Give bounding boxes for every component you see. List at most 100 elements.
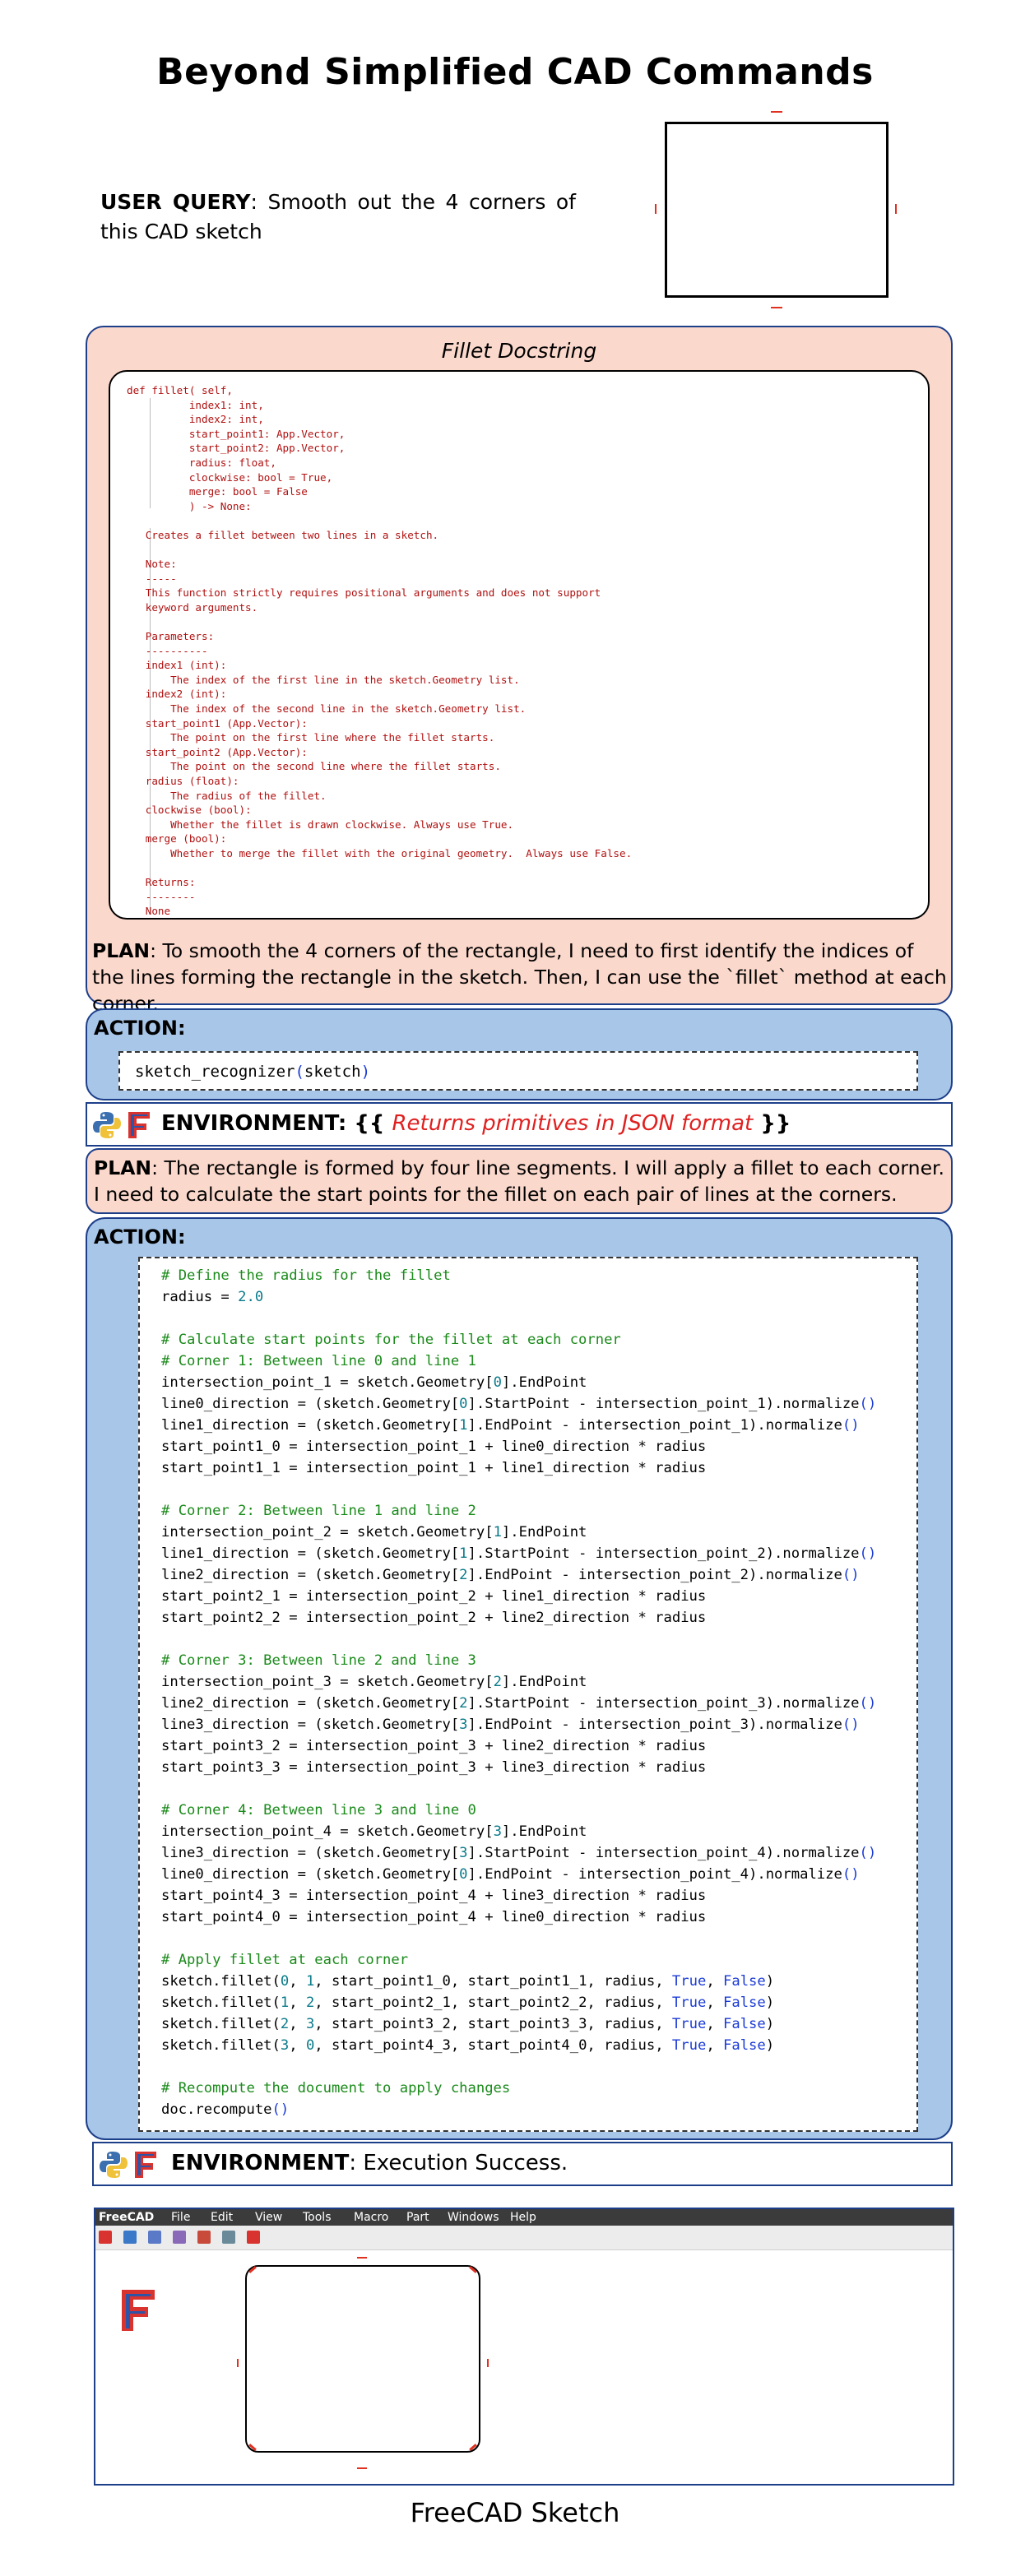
code-line: # Corner 3: Between line 2 and line 3 (161, 1652, 476, 1669)
environment-row-2: ENVIRONMENT: Execution Success. (92, 2142, 953, 2186)
menu-item-view[interactable]: View (255, 2211, 282, 2224)
code-line: # Corner 2: Between line 1 and line 2 (161, 1503, 476, 1519)
macro-edit-icon[interactable] (222, 2231, 235, 2244)
constraint-marker-bottom (357, 2467, 367, 2469)
code-line: doc.recompute() (161, 2101, 290, 2118)
constraint-marker-top (771, 111, 782, 113)
code-line: line1_direction = (sketch.Geometry[1].St… (161, 1545, 877, 1562)
plan-text: : The rectangle is formed by four line s… (94, 1156, 944, 1206)
code-line: # Calculate start points for the fillet … (161, 1332, 621, 1348)
macro-record-icon[interactable] (197, 2231, 211, 2244)
rectangle-sketch (665, 122, 888, 298)
code-line: # Corner 4: Between line 3 and line 0 (161, 1802, 476, 1818)
original-sketch (655, 107, 897, 308)
constraint-marker-left (655, 204, 657, 214)
freecad-icon (135, 2152, 156, 2178)
user-query-label: USER QUERY (100, 190, 251, 214)
docstring-box: def fillet( self, index1: int, index2: i… (109, 370, 930, 920)
code-line: line2_direction = (sketch.Geometry[2].St… (161, 1695, 877, 1712)
freecad-window: FreeCAD File Edit View Tools Macro Part Windows… (94, 2208, 954, 2486)
menu-item-help[interactable]: Help (510, 2211, 536, 2224)
action-label: ACTION: (94, 1017, 186, 1040)
constraint-marker-right (487, 2359, 489, 2367)
code-line: start_point3_2 = intersection_point_3 + … (161, 1738, 707, 1754)
menu-item-macro[interactable]: Macro (354, 2211, 388, 2224)
code-line: line2_direction = (sketch.Geometry[2].En… (161, 1567, 860, 1583)
freecad-icon (128, 1112, 150, 1138)
code-line: line3_direction = (sketch.Geometry[3].St… (161, 1845, 877, 1861)
code-line: sketch.fillet(0, 1, start_point1_0, star… (161, 1973, 775, 1990)
code-line: line0_direction = (sketch.Geometry[0].St… (161, 1396, 877, 1412)
code-line: start_point1_0 = intersection_point_1 + … (161, 1439, 707, 1455)
code-line: intersection_point_2 = sketch.Geometry[1… (161, 1524, 587, 1541)
code-line: start_point4_0 = intersection_point_4 + … (161, 1909, 707, 1925)
plan-text: : To smooth the 4 corners of the rectang… (92, 939, 947, 1015)
menu-item-windows[interactable]: Windows (448, 2211, 499, 2224)
plan-label: PLAN (94, 1156, 152, 1179)
menu-item-part[interactable]: Part (406, 2211, 429, 2224)
code-line: # Corner 1: Between line 0 and line 1 (161, 1353, 476, 1369)
action-code-box-2: # Define the radius for the fillet radius… (138, 1257, 918, 2132)
code-line: line3_direction = (sketch.Geometry[3].En… (161, 1717, 860, 1733)
code-line: sketch.fillet(1, 2, start_point2_1, star… (161, 1995, 775, 2011)
code-line: line0_direction = (sketch.Geometry[0].En… (161, 1866, 860, 1883)
code-line: start_point3_3 = intersection_point_3 + … (161, 1759, 707, 1776)
code-line: # Recompute the document to apply change… (161, 2080, 511, 2096)
code-argument: sketch (304, 1063, 361, 1081)
plan-step-1: PLAN: To smooth the 4 corners of the rec… (92, 938, 948, 1017)
menu-item-file[interactable]: File (171, 2211, 190, 2224)
plan-label: PLAN (92, 939, 151, 962)
code-line: radius = 2.0 (161, 1289, 264, 1305)
code-line: sketch.fillet(3, 0, start_point4_3, star… (161, 2037, 775, 2054)
action-panel-2: ACTION: # Define the radius for the fill… (86, 1217, 953, 2140)
python-icon (93, 1112, 121, 1138)
menu-item-edit[interactable]: Edit (211, 2211, 233, 2224)
python-icon (100, 2152, 128, 2178)
sketch-grid-icon[interactable] (247, 2231, 260, 2244)
page-title: Beyond Simplified CAD Commands (156, 51, 874, 93)
environment-text-2: ENVIRONMENT: Execution Success. (171, 2151, 568, 2175)
constraint-marker-bottom (771, 307, 782, 308)
code-line: start_point1_1 = intersection_point_1 + … (161, 1460, 707, 1476)
code-line: start_point4_3 = intersection_point_4 + … (161, 1888, 707, 1904)
freecad-logo-icon (122, 2290, 155, 2331)
freecad-menubar: FreeCAD File Edit View Tools Macro Part Windows… (95, 2209, 953, 2226)
constraint-marker-top (357, 2257, 367, 2259)
filleted-sketch (237, 2257, 490, 2471)
constraint-marker-right (895, 204, 897, 214)
code-line: line1_direction = (sketch.Geometry[1].En… (161, 1417, 860, 1434)
environment-row-1: ENVIRONMENT: {{ Returns primitives in JS… (86, 1102, 953, 1147)
code-line: intersection_point_3 = sketch.Geometry[2… (161, 1674, 587, 1690)
action-code-2: # Define the radius for the fillet radius… (161, 1265, 876, 2120)
code-line: # Apply fillet at each corner (161, 1952, 409, 1968)
constraint-marker-left (237, 2359, 239, 2367)
code-line: start_point2_1 = intersection_point_2 + … (161, 1588, 707, 1605)
code-function: sketch_recognizer (135, 1063, 295, 1081)
docstring-code: def fillet( self, index1: int, index2: i… (127, 384, 633, 918)
open-doc-icon[interactable] (123, 2231, 137, 2244)
action-label: ACTION: (94, 1225, 186, 1249)
part-box-icon[interactable] (148, 2231, 161, 2244)
menu-item-tools[interactable]: Tools (303, 2211, 332, 2224)
new-doc-icon[interactable] (99, 2231, 112, 2244)
docstring-title: Fillet Docstring (441, 339, 597, 363)
docstring-panel: Fillet Docstring def fillet( self, index… (86, 326, 953, 1015)
user-query: USER QUERY: Smooth out the 4 corners of … (100, 188, 576, 247)
rounded-rectangle-sketch (245, 2265, 480, 2453)
workbench-icon[interactable] (173, 2231, 186, 2244)
menu-item-freecad[interactable]: FreeCAD (99, 2211, 154, 2224)
code-line: intersection_point_1 = sketch.Geometry[0… (161, 1374, 587, 1391)
code-line: # Define the radius for the fillet (161, 1267, 451, 1284)
code-line: start_point2_2 = intersection_point_2 + … (161, 1610, 707, 1626)
figure-caption: FreeCAD Sketch (410, 2497, 620, 2528)
plan-panel-2: PLAN: The rectangle is formed by four li… (86, 1148, 953, 1214)
freecad-toolbar (95, 2226, 953, 2250)
action-panel-1: ACTION: sketch_recognizer(sketch) (86, 1008, 953, 1100)
code-line: intersection_point_4 = sketch.Geometry[3… (161, 1823, 587, 1840)
